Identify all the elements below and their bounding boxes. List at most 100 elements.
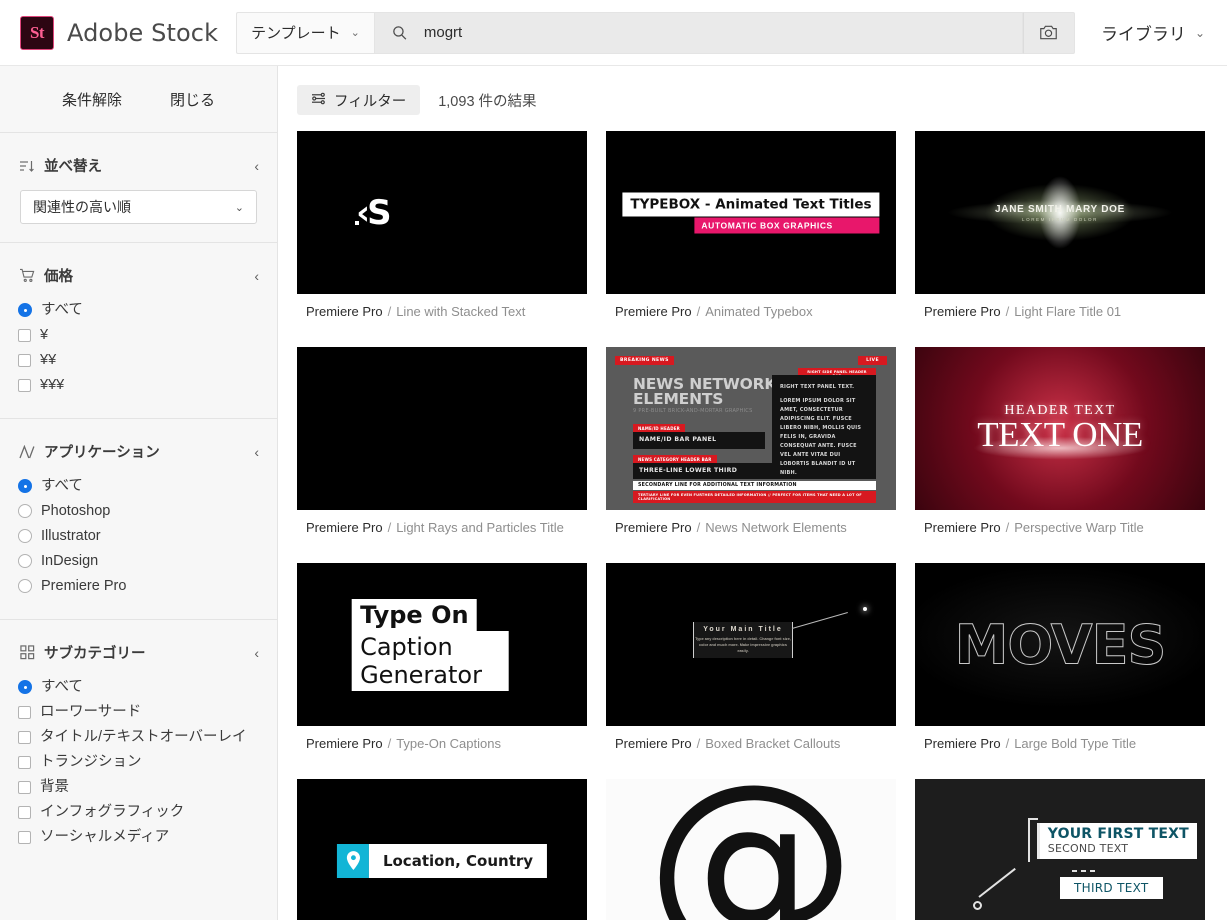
results-toolbar: フィルター 1,093 件の結果 bbox=[278, 66, 1227, 131]
sort-select[interactable]: 関連性の高い順 ⌄ bbox=[20, 190, 257, 224]
checkbox[interactable] bbox=[18, 706, 31, 719]
brand[interactable]: St Adobe Stock bbox=[20, 15, 218, 50]
result-card[interactable]: Type On Caption Generator Premiere Pro / Typ… bbox=[297, 563, 587, 760]
checkbox[interactable] bbox=[18, 831, 31, 844]
result-thumbnail[interactable]: JANE SMITH MARY DOE LOREM IPSUM DOLOR bbox=[915, 131, 1205, 294]
result-card[interactable]: ‹S Premiere Pro / Line with Stacked Text bbox=[297, 131, 587, 328]
threetext-box-secondary: THIRD TEXT bbox=[1060, 876, 1163, 899]
search-input[interactable] bbox=[421, 23, 1012, 42]
filter-sidebar: 条件解除 閉じる 並べ替え ‹ 関連性の高い順 ⌄ 価格 ‹ すべて ¥ ¥¥ ¥¥¥ アプリケーシ… bbox=[0, 66, 278, 920]
result-card[interactable]: TYPEBOX - Animated Text Titles AUTOMATIC … bbox=[606, 131, 896, 328]
facet-option-label: すべて bbox=[41, 302, 83, 318]
checkbox[interactable] bbox=[18, 379, 31, 392]
radio-button[interactable] bbox=[18, 554, 32, 568]
result-card[interactable]: BREAKING NEWS LIVE NEWS NETWORK ELEMENTS 9 P… bbox=[606, 347, 896, 544]
result-thumbnail[interactable]: ‹S bbox=[297, 131, 587, 294]
result-card[interactable]: Your Main Title Type any description here… bbox=[606, 563, 896, 760]
result-card[interactable]: Location, Country bbox=[297, 779, 587, 920]
thumb-location: Location, Country bbox=[336, 843, 548, 878]
checkbox[interactable] bbox=[18, 731, 31, 744]
result-title: Type-On Captions bbox=[396, 735, 501, 751]
result-card[interactable]: HEADER TEXT TEXT ONE Premiere Pro / Perspect… bbox=[915, 347, 1205, 544]
result-thumbnail[interactable]: YOUR FIRST TEXT SECOND TEXT THIRD TEXT bbox=[915, 779, 1205, 920]
location-text: Location, Country bbox=[368, 843, 548, 878]
typeon-line1: Type On bbox=[352, 598, 477, 631]
library-menu[interactable]: ライブラリ ⌄ bbox=[1101, 20, 1205, 45]
facet-option[interactable]: ローワーサード bbox=[18, 702, 259, 724]
result-card[interactable]: MOVES Premiere Pro / Large Bold Type Title bbox=[915, 563, 1205, 760]
checkbox[interactable] bbox=[18, 329, 31, 342]
facet-price: 価格 ‹ すべて ¥ ¥¥ ¥¥¥ bbox=[0, 243, 277, 419]
cart-icon bbox=[18, 267, 36, 285]
facet-option[interactable]: Premiere Pro bbox=[18, 576, 259, 598]
radio-button[interactable] bbox=[18, 479, 32, 493]
chevron-left-icon[interactable]: ‹ bbox=[246, 158, 259, 174]
facet-option[interactable]: すべて bbox=[18, 677, 259, 699]
thumb-news: BREAKING NEWS LIVE NEWS NETWORK ELEMENTS 9 P… bbox=[606, 347, 896, 510]
facet-option[interactable]: ¥ bbox=[18, 325, 259, 347]
result-thumbnail[interactable]: @ bbox=[606, 779, 896, 920]
threetext-line3: THIRD TEXT bbox=[1074, 880, 1149, 895]
radio-button[interactable] bbox=[18, 504, 32, 518]
facet-application: アプリケーション ‹ すべて Photoshop Illustrator InDesign… bbox=[0, 419, 277, 620]
checkbox[interactable] bbox=[18, 756, 31, 769]
result-card[interactable]: @ bbox=[606, 779, 896, 920]
facet-header-application[interactable]: アプリケーション ‹ bbox=[0, 441, 277, 462]
chevron-left-icon[interactable]: ‹ bbox=[246, 444, 259, 460]
result-thumbnail[interactable]: MOVES bbox=[915, 563, 1205, 726]
result-thumbnail[interactable]: Type On Caption Generator bbox=[297, 563, 587, 726]
result-thumbnail[interactable]: BREAKING NEWS LIVE NEWS NETWORK ELEMENTS 9 P… bbox=[606, 347, 896, 510]
checkbox[interactable] bbox=[18, 806, 31, 819]
facet-option-label: ローワーサード bbox=[40, 704, 142, 720]
facet-option[interactable]: Illustrator bbox=[18, 526, 259, 548]
result-app: Premiere Pro bbox=[615, 519, 692, 535]
result-thumbnail[interactable]: HEADER TEXT TEXT ONE bbox=[915, 347, 1205, 510]
facet-header-price[interactable]: 価格 ‹ bbox=[0, 265, 277, 286]
result-caption: Premiere Pro / Light Rays and Particles Ti… bbox=[297, 510, 587, 544]
filter-button[interactable]: フィルター bbox=[297, 85, 421, 115]
flare-name-text: JANE SMITH MARY DOE bbox=[995, 203, 1125, 215]
facet-title-application: アプリケーション bbox=[44, 445, 160, 461]
facet-header-sort[interactable]: 並べ替え ‹ bbox=[0, 155, 277, 176]
facet-option[interactable]: すべて bbox=[18, 476, 259, 498]
facet-option-label: InDesign bbox=[41, 553, 99, 569]
facet-option[interactable]: タイトル/テキストオーバーレイ bbox=[18, 727, 259, 749]
chevron-left-icon[interactable]: ‹ bbox=[246, 645, 259, 661]
radio-button[interactable] bbox=[18, 529, 32, 543]
facet-option[interactable]: ソーシャルメディア bbox=[18, 827, 259, 849]
checkbox[interactable] bbox=[18, 354, 31, 367]
facet-option[interactable]: すべて bbox=[18, 300, 259, 322]
result-thumbnail[interactable] bbox=[297, 347, 587, 510]
facet-option[interactable]: ¥¥¥ bbox=[18, 375, 259, 397]
result-thumbnail[interactable]: Location, Country bbox=[297, 779, 587, 920]
chevron-down-icon: ⌄ bbox=[1194, 25, 1205, 40]
close-sidebar-button[interactable]: 閉じる bbox=[170, 89, 215, 110]
facet-option[interactable]: Photoshop bbox=[18, 501, 259, 523]
facet-header-subcategory[interactable]: サブカテゴリー ‹ bbox=[0, 642, 277, 663]
result-title: Animated Typebox bbox=[705, 303, 813, 319]
clear-filters-button[interactable]: 条件解除 bbox=[62, 89, 122, 110]
result-card[interactable]: JANE SMITH MARY DOE LOREM IPSUM DOLOR Prem… bbox=[915, 131, 1205, 328]
chevron-left-icon[interactable]: ‹ bbox=[246, 268, 259, 284]
result-thumbnail[interactable]: Your Main Title Type any description here… bbox=[606, 563, 896, 726]
facet-option[interactable]: インフォグラフィック bbox=[18, 802, 259, 824]
radio-button[interactable] bbox=[18, 680, 32, 694]
threetext-dashes bbox=[1071, 870, 1098, 873]
result-thumbnail[interactable]: TYPEBOX - Animated Text Titles AUTOMATIC … bbox=[606, 131, 896, 294]
callout-box: Your Main Title Type any description here… bbox=[693, 621, 793, 658]
radio-button[interactable] bbox=[18, 303, 32, 317]
facet-option[interactable]: ¥¥ bbox=[18, 350, 259, 372]
news-panel-title: RIGHT TEXT PANEL TEXT. bbox=[780, 384, 855, 390]
result-app: Premiere Pro bbox=[306, 519, 383, 535]
result-card[interactable]: Premiere Pro / Light Rays and Particles Ti… bbox=[297, 347, 587, 544]
facet-option-label: Illustrator bbox=[41, 528, 101, 544]
facet-option[interactable]: 背景 bbox=[18, 777, 259, 799]
result-card[interactable]: YOUR FIRST TEXT SECOND TEXT THIRD TEXT bbox=[915, 779, 1205, 920]
visual-search-camera-button[interactable] bbox=[1022, 11, 1075, 54]
facet-option[interactable]: InDesign bbox=[18, 551, 259, 573]
facet-option[interactable]: トランジション bbox=[18, 752, 259, 774]
search-field[interactable] bbox=[373, 11, 1023, 54]
search-type-dropdown[interactable]: テンプレート ⌄ bbox=[236, 11, 374, 54]
checkbox[interactable] bbox=[18, 781, 31, 794]
radio-button[interactable] bbox=[18, 579, 32, 593]
